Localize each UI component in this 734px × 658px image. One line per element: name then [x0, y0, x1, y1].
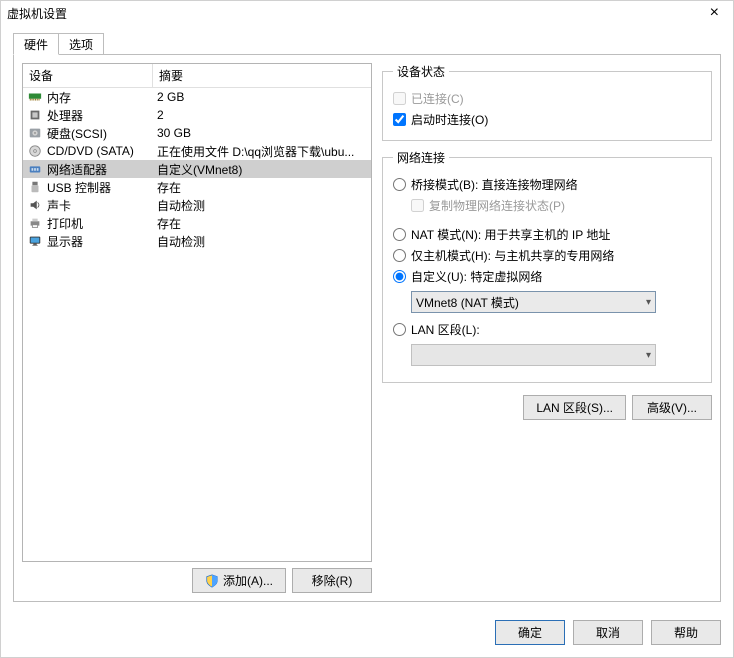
printer-icon [27, 216, 43, 230]
connected-checkbox[interactable] [393, 92, 406, 105]
lan-segment-dropdown[interactable]: ▾ [411, 344, 656, 366]
radio-hostonly-row: 仅主机模式(H): 与主机共享的专用网络 [393, 245, 701, 266]
lan-segments-button[interactable]: LAN 区段(S)... [523, 395, 626, 420]
advanced-button[interactable]: 高级(V)... [632, 395, 712, 420]
replicate-checkbox-row: 复制物理网络连接状态(P) [411, 195, 701, 216]
table-row[interactable]: 网络适配器 自定义(VMnet8) [23, 160, 371, 178]
table-row[interactable]: USB 控制器 存在 [23, 178, 371, 196]
device-name: 声卡 [47, 197, 71, 214]
radio-hostonly[interactable] [393, 249, 406, 262]
poweron-checkbox[interactable] [393, 113, 406, 126]
radio-custom-row: 自定义(U): 特定虚拟网络 [393, 266, 701, 287]
close-icon[interactable]: × [702, 4, 727, 22]
tab-hardware[interactable]: 硬件 [13, 33, 59, 55]
network-legend: 网络连接 [393, 149, 449, 166]
vm-settings-dialog: 虚拟机设置 × 硬件 选项 设备 摘要 内存 2 GB 处理器 2 硬盘(SCSI) 30… [0, 0, 734, 658]
device-name: 显示器 [47, 233, 83, 250]
chevron-down-icon: ▾ [646, 350, 651, 361]
usb-icon [27, 180, 43, 194]
cd-icon [27, 144, 43, 158]
device-summary: 存在 [153, 179, 371, 196]
device-summary: 自动检测 [153, 233, 371, 250]
table-row[interactable]: 硬盘(SCSI) 30 GB [23, 124, 371, 142]
shield-icon [205, 574, 219, 588]
display-icon [27, 234, 43, 248]
device-summary: 2 GB [153, 90, 371, 104]
replicate-checkbox[interactable] [411, 199, 424, 212]
table-row[interactable]: 显示器 自动检测 [23, 232, 371, 250]
device-summary: 自定义(VMnet8) [153, 161, 371, 178]
radio-nat[interactable] [393, 228, 406, 241]
tab-strip: 硬件 选项 [13, 33, 721, 55]
connected-checkbox-row: 已连接(C) [393, 88, 701, 109]
device-name: USB 控制器 [47, 179, 111, 196]
help-button[interactable]: 帮助 [651, 620, 721, 645]
poweron-checkbox-row: 启动时连接(O) [393, 109, 701, 130]
custom-vmnet-dropdown[interactable]: VMnet8 (NAT 模式) ▾ [411, 291, 656, 313]
device-summary: 自动检测 [153, 197, 371, 214]
radio-bridged[interactable] [393, 178, 406, 191]
device-summary: 存在 [153, 215, 371, 232]
table-row[interactable]: 处理器 2 [23, 106, 371, 124]
col-summary[interactable]: 摘要 [153, 64, 371, 87]
radio-lan[interactable] [393, 323, 406, 336]
titlebar: 虚拟机设置 × [1, 1, 733, 25]
memory-icon [27, 90, 43, 104]
tab-options[interactable]: 选项 [58, 33, 104, 55]
device-name: 硬盘(SCSI) [47, 125, 107, 142]
cpu-icon [27, 108, 43, 122]
col-device[interactable]: 设备 [23, 64, 153, 87]
device-status-legend: 设备状态 [393, 63, 449, 80]
sound-icon [27, 198, 43, 212]
table-row[interactable]: 声卡 自动检测 [23, 196, 371, 214]
nic-icon [27, 162, 43, 176]
device-summary: 正在使用文件 D:\qq浏览器下载\ubu... [153, 143, 371, 160]
device-name: CD/DVD (SATA) [47, 144, 134, 158]
window-title: 虚拟机设置 [7, 5, 702, 22]
device-name: 内存 [47, 89, 71, 106]
radio-lan-row: LAN 区段(L): [393, 319, 701, 340]
device-name: 打印机 [47, 215, 83, 232]
table-row[interactable]: CD/DVD (SATA) 正在使用文件 D:\qq浏览器下载\ubu... [23, 142, 371, 160]
radio-nat-row: NAT 模式(N): 用于共享主机的 IP 地址 [393, 224, 701, 245]
device-summary: 30 GB [153, 126, 371, 140]
add-button[interactable]: 添加(A)... [192, 568, 286, 593]
device-table: 设备 摘要 内存 2 GB 处理器 2 硬盘(SCSI) 30 GB CD/DVD (SAT… [22, 63, 372, 562]
device-name: 网络适配器 [47, 161, 107, 178]
chevron-down-icon: ▾ [646, 297, 651, 308]
disk-icon [27, 126, 43, 140]
table-row[interactable]: 打印机 存在 [23, 214, 371, 232]
radio-custom[interactable] [393, 270, 406, 283]
network-connection-group: 网络连接 桥接模式(B): 直接连接物理网络 复制物理网络连接状态(P) NAT… [382, 149, 712, 383]
ok-button[interactable]: 确定 [495, 620, 565, 645]
device-name: 处理器 [47, 107, 83, 124]
dialog-footer: 确定 取消 帮助 [1, 612, 733, 657]
device-status-group: 设备状态 已连接(C) 启动时连接(O) [382, 63, 712, 141]
remove-button[interactable]: 移除(R) [292, 568, 372, 593]
cancel-button[interactable]: 取消 [573, 620, 643, 645]
device-summary: 2 [153, 108, 371, 122]
table-row[interactable]: 内存 2 GB [23, 88, 371, 106]
radio-bridged-row: 桥接模式(B): 直接连接物理网络 [393, 174, 701, 195]
